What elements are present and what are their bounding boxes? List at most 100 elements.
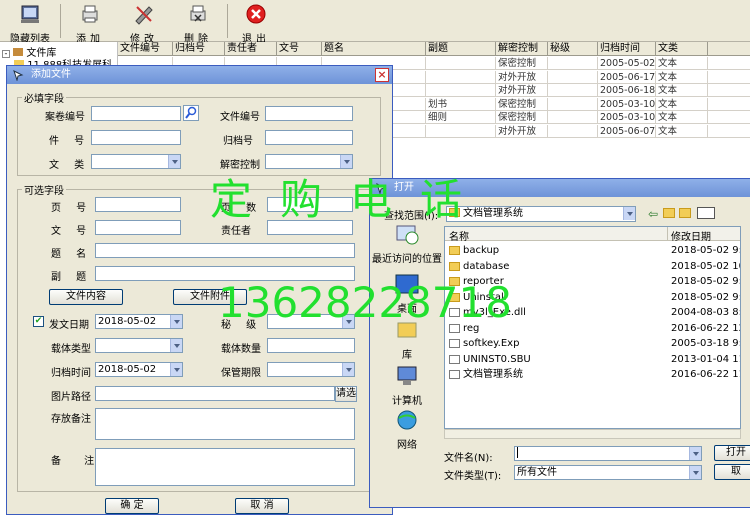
filename-label: 文件名(N): <box>444 453 493 464</box>
file-date: 2004-08-03 8:41 <box>671 307 740 318</box>
chevron-down-icon[interactable] <box>168 155 180 168</box>
edit-icon <box>135 6 153 25</box>
chevron-down-icon[interactable] <box>689 466 701 479</box>
column-header[interactable]: 副题 <box>426 42 496 56</box>
edit-button[interactable]: 修改 <box>118 2 170 45</box>
search-icon[interactable] <box>183 105 199 121</box>
carrier-count-input[interactable] <box>267 338 355 353</box>
file-no-input[interactable] <box>265 106 353 121</box>
column-header[interactable]: 归档号 <box>173 42 225 56</box>
case-no-input[interactable] <box>91 106 181 121</box>
place-label: 网络 <box>397 440 417 451</box>
name-column-header[interactable]: 名称 <box>449 228 469 243</box>
column-header[interactable]: 解密控制 <box>496 42 548 56</box>
dialog-title: 添加文件 <box>31 69 71 80</box>
tree-expand-icon[interactable]: - <box>2 50 10 58</box>
cancel-button[interactable]: 取 消 <box>235 498 289 514</box>
file-content-button[interactable]: 文件内容 <box>49 289 123 305</box>
piece-no-input[interactable] <box>91 130 181 145</box>
table-cell: 对外开放 <box>496 84 548 97</box>
add-button[interactable]: 添加 <box>64 2 116 45</box>
issue-date-picker[interactable]: 2018-05-02 <box>95 314 183 329</box>
doc-no-input[interactable] <box>95 220 181 235</box>
watermark-text: 定购电话 <box>210 175 491 224</box>
place-computer[interactable]: 计算机 <box>372 365 442 407</box>
chevron-down-icon[interactable] <box>170 339 182 352</box>
archive-icon <box>13 48 24 56</box>
page-no-label: 页 号 <box>51 203 93 214</box>
exit-button[interactable]: 退出 <box>230 2 282 45</box>
horizontal-scrollbar[interactable] <box>444 429 741 439</box>
doc-no-label: 文 号 <box>51 226 93 237</box>
list-item[interactable]: database 2018-05-02 10:00 <box>445 259 740 275</box>
column-header[interactable]: 题名 <box>322 42 426 56</box>
chevron-down-icon[interactable] <box>689 447 701 460</box>
column-header[interactable]: 秘级 <box>548 42 598 56</box>
chevron-down-icon[interactable] <box>170 315 182 328</box>
file-name: 文档管理系统 <box>463 369 523 380</box>
column-header[interactable]: 文类 <box>656 42 708 56</box>
remark-textarea[interactable] <box>95 448 355 486</box>
carrier-type-select[interactable] <box>95 338 183 353</box>
date-column-header[interactable]: 修改日期 <box>671 228 711 243</box>
hide-list-button[interactable]: 隐藏列表 <box>4 2 56 45</box>
close-icon[interactable]: × <box>375 68 389 82</box>
delete-button[interactable]: 删除 <box>172 2 224 45</box>
title-input[interactable] <box>95 243 355 258</box>
storage-note-textarea[interactable] <box>95 408 355 440</box>
archive-no-label: 归档号 <box>223 136 253 147</box>
category-select[interactable] <box>91 154 181 169</box>
page-no-input[interactable] <box>95 197 181 212</box>
table-cell <box>548 84 598 97</box>
column-header[interactable]: 责任者 <box>225 42 277 56</box>
ok-button[interactable]: 确 定 <box>105 498 159 514</box>
place-network[interactable]: 网络 <box>372 409 442 451</box>
filename-input[interactable] <box>514 446 702 461</box>
file-no-label: 文件编号 <box>220 112 260 123</box>
column-header[interactable]: 文件编号 <box>118 42 173 56</box>
list-item[interactable]: 文档管理系统 2016-06-22 11:58 <box>445 367 740 383</box>
hide-list-icon <box>21 5 39 23</box>
browse-button[interactable]: 请选 <box>335 386 357 402</box>
issue-date-value: 2018-05-02 <box>98 316 157 327</box>
chevron-down-icon[interactable] <box>623 207 635 220</box>
list-item[interactable]: softkey.Exp 2005-03-18 9:56 <box>445 336 740 352</box>
file-date: 2016-06-22 11:58 <box>671 369 740 380</box>
up-folder-icon[interactable] <box>663 208 675 218</box>
archive-no-input[interactable] <box>265 130 353 145</box>
image-path-input[interactable] <box>95 386 335 401</box>
file-name: database <box>463 260 510 272</box>
column-divider[interactable] <box>667 227 668 241</box>
table-cell: 保密控制 <box>496 97 548 111</box>
table-cell: 2005-03-10 <box>600 111 656 124</box>
chevron-down-icon[interactable] <box>342 363 354 376</box>
list-item[interactable]: UNINST0.SBU 2013-01-04 11:01 <box>445 352 740 368</box>
table-cell: 文本 <box>656 124 708 138</box>
archive-time-picker[interactable]: 2018-05-02 <box>95 362 183 377</box>
table-cell: 文本 <box>656 111 708 124</box>
table-cell: 保密控制 <box>496 57 548 70</box>
chevron-down-icon[interactable] <box>170 363 182 376</box>
list-item[interactable]: backup 2018-05-02 9:59 <box>445 243 740 259</box>
issue-date-label: 发文日期 <box>49 320 89 331</box>
new-folder-icon[interactable] <box>679 208 691 218</box>
place-label: 计算机 <box>392 396 422 407</box>
table-cell: 文本 <box>656 84 708 97</box>
column-header[interactable]: 文号 <box>277 42 322 56</box>
place-recent[interactable]: 最近访问的位置 <box>372 223 442 265</box>
open-button[interactable]: 打开 <box>714 445 750 461</box>
open-cancel-button[interactable]: 取 <box>714 464 750 480</box>
storage-note-label: 存放备注 <box>51 414 91 425</box>
keep-period-select[interactable] <box>267 362 355 377</box>
filetype-select[interactable]: 所有文件 <box>514 465 702 480</box>
grid-header: 文件编号 归档号 责任者 文号 题名 副题 解密控制 秘级 归档时间 文类 <box>118 42 750 56</box>
view-menu-icon[interactable] <box>697 207 715 219</box>
back-icon[interactable]: ⇦ <box>648 207 658 221</box>
file-date: 2013-01-04 11:01 <box>671 353 740 365</box>
issue-date-checkbox[interactable]: ✔ <box>33 316 44 327</box>
column-header[interactable]: 归档时间 <box>598 42 656 56</box>
places-bar: 最近访问的位置 桌面 库 计算机 网络 <box>372 221 442 451</box>
dialog-titlebar[interactable]: 添加文件 × <box>7 66 392 84</box>
table-cell: 保密控制 <box>496 111 548 124</box>
file-icon <box>449 339 460 348</box>
